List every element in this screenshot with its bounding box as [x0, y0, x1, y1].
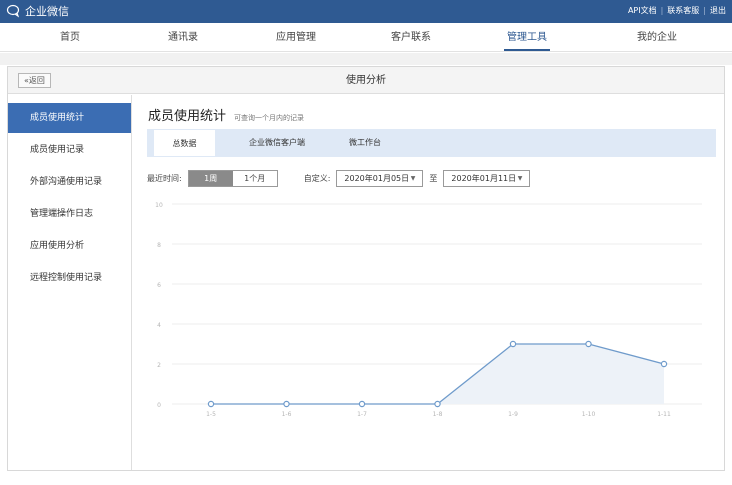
x-tick-label: 1-9	[508, 411, 518, 418]
nav-app-management[interactable]: 应用管理	[251, 23, 341, 52]
main-nav: 首页 通讯录 应用管理 客户联系 管理工具 我的企业	[0, 23, 732, 52]
x-tick-label: 1-6	[282, 411, 292, 418]
divider: |	[660, 6, 664, 15]
x-tick-label: 1-10	[582, 411, 596, 418]
range-1-month-button[interactable]: 1个月	[232, 171, 277, 186]
end-date-value: 2020年01月11日	[451, 174, 517, 183]
top-links: API文档 | 联系客服 | 退出	[628, 5, 726, 16]
usage-chart: 0 2 4 6 8 10 1-5 1-6 1-7 1-8 1-9 1-10 1-11	[155, 202, 702, 418]
time-filter: 最近时间: 1周 1个月 自定义: 2020年01月05日 ▼ 至 2020年0…	[147, 170, 531, 187]
top-bar: 企业微信 API文档 | 联系客服 | 退出	[0, 0, 732, 23]
nav-contacts[interactable]: 通讯录	[138, 23, 228, 52]
data-point	[434, 400, 441, 408]
section-subtitle: 可查询一个月内的记录	[234, 114, 305, 122]
y-tick-label: 10	[155, 202, 163, 209]
end-date-select[interactable]: 2020年01月11日 ▼	[443, 170, 531, 187]
divider: |	[703, 6, 706, 15]
section-title: 成员使用统计	[148, 109, 227, 124]
nav-my-company[interactable]: 我的企业	[612, 23, 702, 52]
data-point	[207, 400, 215, 408]
spacer	[0, 53, 732, 65]
wecom-logo-icon	[6, 4, 20, 18]
logout-link[interactable]: 退出	[710, 5, 726, 16]
range-toggle: 1周 1个月	[187, 170, 278, 187]
y-tick-label: 0	[157, 402, 161, 409]
contact-support-link[interactable]: 联系客服	[667, 5, 699, 16]
x-tick-label: 1-5	[206, 411, 216, 418]
sidebar-item-remote-control-records[interactable]: 远程控制使用记录	[8, 263, 131, 293]
nav-customer-contact[interactable]: 客户联系	[366, 23, 456, 52]
api-docs-link[interactable]: API文档	[628, 5, 657, 16]
sidebar: 成员使用统计 成员使用记录 外部沟通使用记录 管理端操作日志 应用使用分析 远程…	[8, 95, 132, 470]
sidebar-item-admin-logs[interactable]: 管理端操作日志	[8, 199, 131, 229]
start-date-select[interactable]: 2020年01月05日 ▼	[336, 170, 424, 187]
tab-wecom-client[interactable]: 企业微信客户端	[225, 129, 329, 157]
to-label: 至	[429, 174, 438, 183]
nav-management-tools[interactable]: 管理工具	[482, 23, 572, 52]
series-area	[211, 344, 664, 404]
chevron-down-icon: ▼	[517, 175, 523, 182]
recent-time-label: 最近时间:	[147, 174, 182, 183]
x-tick-label: 1-8	[433, 411, 443, 418]
sidebar-item-external-comm-records[interactable]: 外部沟通使用记录	[8, 167, 131, 197]
back-button[interactable]: «返回	[18, 73, 51, 88]
range-1-week-button[interactable]: 1周	[188, 171, 233, 186]
x-tick-label: 1-11	[657, 411, 671, 418]
app-name: 企业微信	[25, 5, 69, 18]
tab-micro-workbench[interactable]: 微工作台	[333, 129, 397, 157]
x-tick-label: 1-7	[357, 411, 367, 418]
y-tick-label: 4	[157, 322, 161, 329]
custom-label: 自定义:	[303, 174, 331, 183]
data-point	[660, 360, 668, 368]
y-tick-label: 2	[157, 362, 161, 369]
start-date-value: 2020年01月05日	[344, 174, 410, 183]
brand[interactable]: 企业微信	[6, 3, 69, 19]
tab-total-data[interactable]: 总数据	[153, 129, 216, 157]
data-point	[509, 340, 517, 348]
section-heading: 成员使用统计 可查询一个月内的记录	[148, 105, 304, 124]
page-title: 使用分析	[346, 75, 386, 86]
data-point	[585, 340, 592, 348]
sidebar-item-member-records[interactable]: 成员使用记录	[8, 135, 131, 165]
y-tick-label: 8	[157, 242, 161, 249]
chevron-down-icon: ▼	[410, 175, 416, 182]
sidebar-item-app-usage-analysis[interactable]: 应用使用分析	[8, 231, 131, 261]
sidebar-item-member-stats[interactable]: 成员使用统计	[8, 103, 131, 133]
tab-bar: 总数据 企业微信客户端 微工作台	[147, 129, 716, 157]
data-point	[283, 400, 290, 408]
data-point	[358, 400, 366, 408]
y-tick-label: 6	[157, 282, 161, 289]
nav-home[interactable]: 首页	[25, 23, 115, 52]
panel-header: 使用分析 «返回	[8, 67, 724, 94]
